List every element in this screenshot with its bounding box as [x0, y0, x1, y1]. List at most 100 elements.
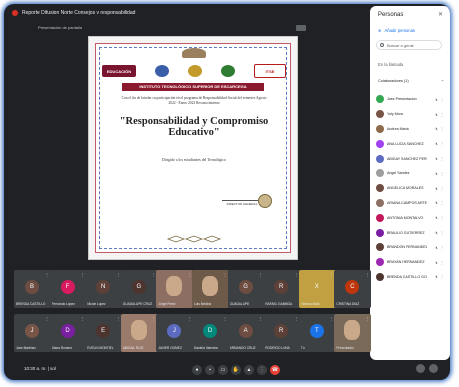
mic-off-icon: 🔇︎ [435, 126, 438, 132]
close-icon[interactable]: ✕ [438, 11, 443, 18]
call-controls: ● ▪ ▭ ✋ ▲ ⋮ ☎ [192, 364, 280, 376]
presentation-label: Presentación de pantalla [4, 22, 370, 34]
more-options-icon[interactable]: ⋮ [440, 97, 444, 102]
mic-off-icon: 🔇︎ [435, 141, 438, 147]
avatar: G [131, 280, 146, 294]
more-options-icon[interactable]: ⋮ [440, 171, 444, 176]
participant-row[interactable]: Yoly Mora 🔇︎ ⋮ [376, 107, 446, 122]
mic-off-icon: ⋮ [294, 272, 299, 277]
raise-hand-icon[interactable]: ✋ [231, 365, 241, 375]
participant-tile[interactable]: G ⋮ GUADALUPE CRUZ [120, 270, 158, 308]
participant-row[interactable]: ANA LUCIA SANCHEZ 🔇︎ ⋮ [376, 136, 446, 151]
more-options-icon[interactable]: ⋮ [440, 141, 444, 146]
participant-row[interactable]: BRAULIO GUTIERREZ 🔇︎ ⋮ [376, 225, 446, 240]
participant-row[interactable]: ARIANA CAMPOS ARTEAGA 🔇︎⋮ [376, 196, 446, 211]
participant-tile[interactable]: E ⋮ EVELIN MONTIEL [85, 314, 123, 352]
certificate-body-text: Con el fin de brindar su participación e… [121, 96, 267, 105]
participant-name: Angel Sandez [387, 171, 410, 176]
participant-tile[interactable]: D ⋮ Daniela Valencia [192, 314, 229, 352]
mic-icon[interactable]: ● [192, 365, 202, 375]
avatar: C [345, 280, 360, 294]
mic-off-icon: ⋮ [45, 316, 49, 321]
more-options-icon[interactable]: ⋮ [440, 200, 444, 205]
participant-name: BRANDON FERNANDEZ [387, 245, 427, 250]
participant-tile[interactable]: R ⋮ RAFAEL GAMBOA [263, 270, 301, 308]
more-options-icon[interactable]: ⋮ [440, 112, 444, 117]
participant-tile[interactable]: C ⋮ CRISTINA DIAZ [334, 270, 372, 308]
recognition-title: "Responsabilidad y Compromiso Educativo" [119, 116, 269, 138]
minimize-presentation-button[interactable] [296, 25, 306, 31]
more-options-icon[interactable]: ⋮ [440, 274, 444, 279]
participant-row[interactable]: BRANDON FERNANDEZ 🔇︎ ⋮ [376, 240, 446, 255]
record-indicator-icon [12, 10, 18, 16]
participant-tile[interactable]: ⋮ Luis Medina [192, 270, 229, 308]
add-people-button[interactable]: ⊕ Añadir personas [378, 28, 415, 33]
participant-tile[interactable]: F ⋮ Fernando Lopez [49, 270, 87, 308]
participant-tile[interactable]: X ⋮ Ximena Mata [298, 270, 336, 308]
more-options-icon[interactable]: ⋮ [440, 186, 444, 191]
participant-tile[interactable]: R ⋮ RODRIGO LUNA [263, 314, 301, 352]
participant-row[interactable]: ANTONIA MONTALVO 🔇︎ ⋮ [376, 210, 446, 225]
tile-name: Ximena Mata [300, 302, 320, 306]
more-options-icon[interactable]: ⋮ [440, 260, 444, 265]
mic-off-icon: 🔇︎ [435, 170, 438, 176]
tile-name: Luis Medina [194, 302, 212, 306]
participant-row[interactable]: ABIGAY SANCHEZ PEREZ 🔇︎ ⋮ [376, 151, 446, 166]
more-options-icon[interactable]: ⋮ [440, 126, 444, 131]
mic-off-icon: ⋮ [365, 272, 370, 277]
mic-off-icon: ⋮ [258, 316, 263, 321]
mic-off-icon: ⋮ [116, 272, 121, 277]
avatar [376, 95, 384, 104]
participant-tile[interactable]: J ⋮ JAVIER GOMEZ [156, 314, 194, 352]
more-options-icon[interactable]: ⋮ [440, 156, 444, 161]
people-search-input[interactable]: Buscar a gente [376, 40, 442, 50]
more-options-icon[interactable]: ⋮ [440, 245, 444, 250]
tile-name: GUADALUPE [229, 302, 250, 306]
official-seal-icon [258, 194, 272, 208]
present-icon[interactable]: ▲ [244, 365, 254, 375]
participant-tile[interactable]: D ⋮ Diana Romero [49, 314, 87, 352]
participant-tile[interactable]: B ⋮ BRENDA CASTILLO [14, 270, 51, 308]
people-panel-title: Personas [378, 12, 404, 18]
collaborators-group[interactable]: Colaboradores (1) ⌃ [378, 76, 444, 86]
mic-off-icon: ⋮ [329, 272, 334, 277]
participant-tile[interactable]: G ⋮ GUADALUPE [227, 270, 265, 308]
tile-name: Diana Romero [51, 346, 73, 350]
bottom-right-actions [416, 364, 438, 373]
participant-tile[interactable]: ⋮ Jorge Perez [156, 270, 194, 308]
avatar [376, 243, 384, 252]
participant-row[interactable]: Angel Sandez 🔇︎ ⋮ [376, 166, 446, 181]
participant-tile[interactable]: ⋮ ABIGAIL RUIZ [120, 314, 158, 352]
participant-row[interactable]: BRAYAN HERNANDEZ 🔇︎ ⋮ [376, 255, 446, 270]
participant-row[interactable]: ANGELICA MORALES 🔇︎ ⋮ [376, 181, 446, 196]
participant-tile[interactable]: T ⋮ Tú [298, 314, 336, 352]
more-options-icon[interactable]: ⋮ [440, 215, 444, 220]
end-call-icon[interactable]: ☎ [270, 365, 280, 375]
participant-tile[interactable]: ⋮ Presentador [334, 314, 372, 352]
camera-icon[interactable]: ▪ [205, 365, 215, 375]
participant-name: ANGELICA MORALES [387, 186, 424, 191]
participant-tile[interactable]: A ⋮ ARMANDO CRUZ [227, 314, 265, 352]
info-icon[interactable] [416, 364, 425, 373]
crest-ornament-icon [182, 48, 206, 58]
more-options-icon[interactable]: ⋮ [440, 230, 444, 235]
avatar: J [167, 324, 182, 338]
people-icon[interactable] [429, 364, 438, 373]
search-icon [380, 43, 384, 47]
seal-logo-2 [188, 65, 202, 77]
meet-window: Reporte Difusion Norte Consejos v respon… [4, 4, 450, 380]
avatar: X [309, 280, 324, 294]
tile-name: RAFAEL GAMBOA [265, 302, 293, 306]
mic-off-icon: 🔇︎ [435, 185, 438, 191]
participant-tile[interactable]: N ⋮ Nicole Lopez [85, 270, 123, 308]
participants-list: Jose Presentacion 🔇︎ ⋮ Yoly Mora 🔇︎ ⋮ Andrea M… [376, 92, 446, 284]
mic-off-icon: ⋮ [80, 316, 85, 321]
captions-icon[interactable]: ▭ [218, 365, 228, 375]
participant-row[interactable]: BRENDA CASTILLO GOMEZ 🔇︎⋮ [376, 270, 446, 285]
participant-row[interactable]: Jose Presentacion 🔇︎ ⋮ [376, 92, 446, 107]
more-icon[interactable]: ⋮ [257, 365, 267, 375]
video-feed [202, 276, 218, 296]
avatar [376, 110, 384, 119]
participant-tile[interactable]: J ⋮ Jose Martinez [14, 314, 51, 352]
participant-row[interactable]: Andrea Maria 🔇︎ ⋮ [376, 122, 446, 137]
